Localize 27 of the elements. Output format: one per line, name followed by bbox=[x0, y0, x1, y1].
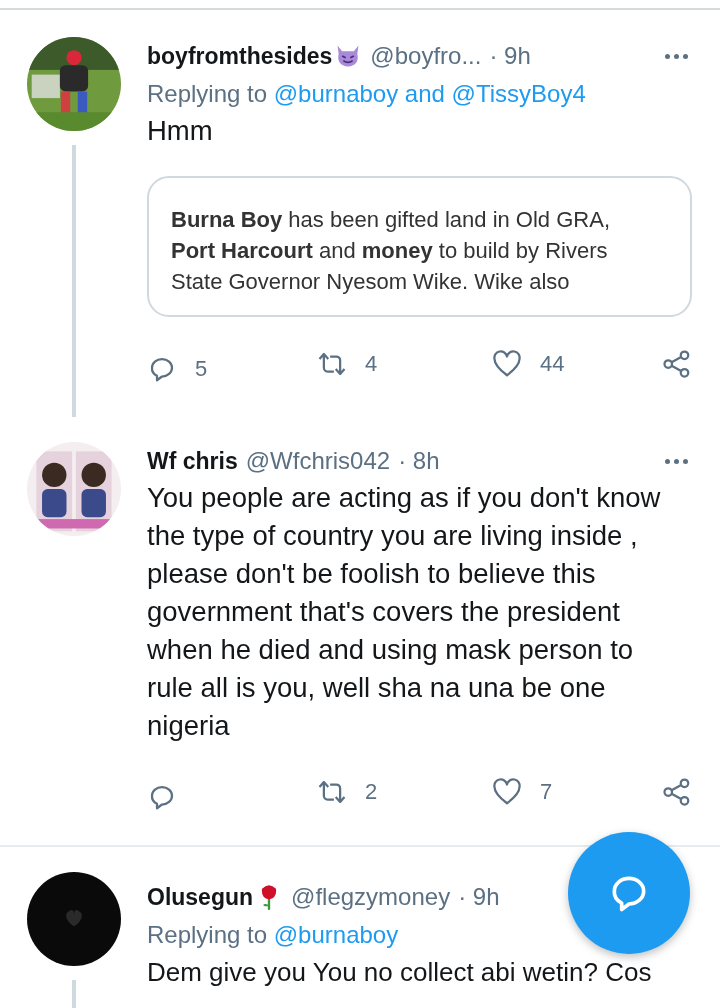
retweet-count: 2 bbox=[365, 779, 378, 805]
reply-count: 5 bbox=[195, 356, 208, 382]
heart-icon[interactable] bbox=[492, 777, 522, 807]
share-icon[interactable] bbox=[662, 349, 692, 379]
display-name[interactable]: boyfromthesides bbox=[147, 42, 333, 70]
share-icon[interactable] bbox=[662, 777, 692, 807]
display-name[interactable]: Olusegun bbox=[147, 883, 254, 911]
mention-link[interactable]: @burnaboy and @TissyBoy4 bbox=[273, 80, 586, 107]
replying-label: Replying to bbox=[147, 80, 268, 107]
timestamp: · 9h bbox=[458, 883, 500, 911]
quoted-text[interactable]: Burna Boy has been gifted land in Old GRA, Port Harcourt and money to build by Rivers State Governor Nyesom Wike. Wike also bbox=[147, 176, 692, 317]
timestamp: · 9h bbox=[489, 42, 531, 70]
retweet-count: 4 bbox=[365, 351, 378, 377]
like-count: 44 bbox=[540, 351, 565, 377]
mention-link[interactable]: @burnaboy bbox=[273, 921, 399, 948]
tweet-text: Hmm bbox=[147, 114, 214, 148]
timestamp: · 8h bbox=[398, 447, 440, 475]
tweet-text: Dem give you You no collect abi wetin? Cos bbox=[147, 956, 653, 989]
display-name[interactable]: Wf chris bbox=[147, 447, 238, 475]
replying-label: Replying to bbox=[147, 921, 268, 948]
heart-icon[interactable] bbox=[492, 349, 522, 379]
user-handle[interactable]: @boyfro... bbox=[370, 42, 482, 70]
tweet-text: You people are acting as if you don't know the type of country you are living inside , please don't be foolish to believe this government that's covers the president when he died and using mask person to rule all is you, well sha na una be one nigeria bbox=[147, 481, 662, 743]
compose-reply-button[interactable] bbox=[568, 832, 690, 954]
user-handle[interactable]: @Wfchris042 bbox=[245, 447, 391, 475]
like-count: 7 bbox=[540, 779, 553, 805]
user-handle[interactable]: @flegzymoney bbox=[291, 883, 451, 911]
